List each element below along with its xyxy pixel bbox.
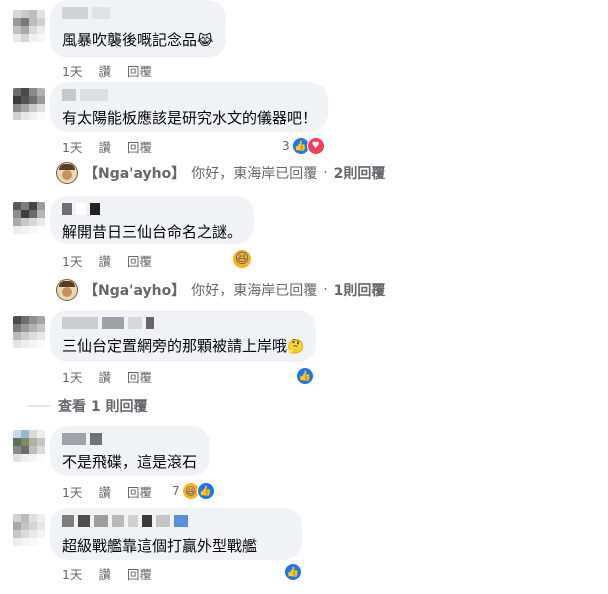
commenter-name-redacted[interactable] (62, 430, 198, 448)
love-icon: ♥ (306, 137, 325, 155)
avatar[interactable] (13, 10, 45, 42)
commenter-name-redacted[interactable] (62, 4, 214, 22)
like-button[interactable]: 讚 (98, 482, 111, 501)
comment-actions: 1天 讚 回覆 (62, 137, 152, 156)
reaction-count: 3 (282, 139, 290, 153)
like-icon: 👍 (296, 367, 314, 385)
page-reply-summary[interactable]: 【Nga'ayho】 你好，東海岸已回覆 · 2則回覆 (56, 162, 385, 184)
like-button[interactable]: 讚 (98, 251, 111, 270)
commenter-name-redacted[interactable] (62, 314, 304, 332)
comment-bubble: 三仙台定置網旁的那顆被請上岸哦🤔 (50, 310, 316, 362)
reaction-count: 7 (172, 484, 180, 498)
comment-text: 三仙台定置網旁的那顆被請上岸哦 (62, 337, 288, 355)
reaction-summary[interactable]: 😆 (232, 249, 252, 269)
like-button[interactable]: 讚 (98, 61, 111, 80)
comment-bubble: 解開昔日三仙台命名之謎。 (50, 196, 254, 244)
avatar[interactable] (13, 202, 45, 234)
page-reply-text: 你好，東海岸已回覆 (191, 166, 318, 182)
comment-time[interactable]: 1天 (62, 482, 82, 501)
reaction-summary[interactable]: 👍 (284, 562, 302, 582)
comment-actions: 1天 讚 回覆 (62, 367, 152, 386)
comment-actions: 1天 讚 回覆 (62, 482, 152, 501)
reply-button[interactable]: 回覆 (127, 564, 152, 583)
reply-button[interactable]: 回覆 (127, 61, 152, 80)
comment-actions: 1天 讚 回覆 (62, 61, 152, 80)
comment-time[interactable]: 1天 (62, 564, 82, 583)
reply-button[interactable]: 回覆 (127, 251, 152, 270)
reply-count: 1則回覆 (333, 283, 386, 299)
reaction-summary[interactable]: 7 😆 👍 (172, 481, 215, 501)
avatar[interactable] (13, 514, 45, 546)
comment-time[interactable]: 1天 (62, 137, 82, 156)
reply-button[interactable]: 回覆 (127, 482, 152, 501)
commenter-name-redacted[interactable] (62, 512, 290, 530)
page-name: 【Nga'ayho】 (84, 283, 186, 299)
reaction-summary[interactable]: 3 👍 ♥ (282, 136, 325, 156)
comment-text: 不是飛碟，這是滾石 (62, 453, 198, 471)
page-name: 【Nga'ayho】 (84, 166, 186, 182)
comment-text: 有太陽能板應該是研究水文的儀器吧！ (62, 109, 318, 127)
comment-time[interactable]: 1天 (62, 367, 82, 386)
reply-count: 2則回覆 (333, 166, 386, 182)
page-reply-summary[interactable]: 【Nga'ayho】 你好，東海岸已回覆 · 1則回覆 (56, 279, 385, 301)
commenter-name-redacted[interactable] (62, 86, 316, 104)
view-more-replies[interactable]: 查看 1 則回覆 (28, 396, 148, 416)
separator: · (323, 282, 328, 298)
comment-text: 風暴吹襲後嘅記念品 (62, 31, 198, 49)
like-button[interactable]: 讚 (98, 564, 111, 583)
page-reply-text: 你好，東海岸已回覆 (191, 283, 318, 299)
avatar[interactable] (13, 430, 45, 462)
comment-bubble: 超級戰艦靠這個打贏外型戰艦 (50, 508, 302, 560)
separator: · (323, 165, 328, 181)
page-avatar (56, 279, 78, 301)
like-icon: 👍 (196, 482, 215, 500)
comment-text: 超級戰艦靠這個打贏外型戰艦 (62, 537, 258, 555)
reaction-summary[interactable]: 👍 (296, 366, 314, 386)
thread-line (28, 405, 50, 407)
avatar[interactable] (13, 88, 45, 120)
haha-icon: 😆 (232, 249, 252, 269)
commenter-name-redacted[interactable] (62, 200, 242, 218)
comment-time[interactable]: 1天 (62, 251, 82, 270)
page-avatar (56, 162, 78, 184)
comment-bubble: 不是飛碟，這是滾石 (50, 426, 210, 476)
like-button[interactable]: 讚 (98, 367, 111, 386)
reply-button[interactable]: 回覆 (127, 137, 152, 156)
thinking-face-emoji-icon: 🤔 (287, 339, 305, 355)
comment-text: 解開昔日三仙台命名之謎。 (62, 223, 243, 241)
like-button[interactable]: 讚 (98, 137, 111, 156)
avatar[interactable] (13, 316, 45, 348)
laughing-cat-emoji-icon: 😹 (197, 33, 214, 49)
comment-actions: 1天 讚 回覆 (62, 251, 152, 270)
comment-thread: 風暴吹襲後嘅記念品😹 1天 讚 回覆 有太陽能板應該是研究水文的儀器吧！ 1天 … (0, 0, 608, 594)
comment-bubble: 風暴吹襲後嘅記念品😹 (50, 0, 226, 58)
reply-button[interactable]: 回覆 (127, 367, 152, 386)
like-icon: 👍 (284, 563, 302, 581)
comment-time[interactable]: 1天 (62, 61, 82, 80)
view-more-replies-label: 查看 1 則回覆 (58, 399, 148, 415)
comment-actions: 1天 讚 回覆 (62, 564, 152, 583)
comment-bubble: 有太陽能板應該是研究水文的儀器吧！ (50, 82, 328, 132)
